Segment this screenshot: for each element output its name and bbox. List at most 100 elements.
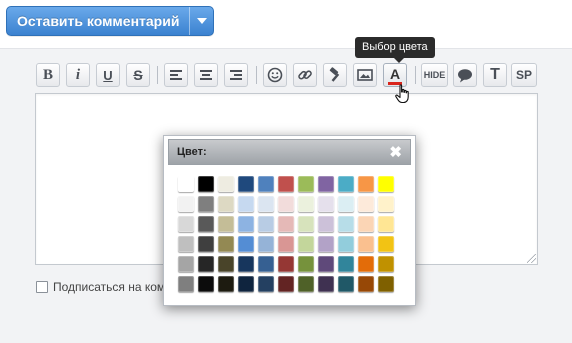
color-swatch[interactable] <box>318 236 334 252</box>
color-swatch[interactable] <box>218 196 234 212</box>
color-swatch[interactable] <box>198 276 214 292</box>
color-swatch[interactable] <box>198 216 214 232</box>
hammer-button[interactable] <box>323 63 347 87</box>
color-swatch[interactable] <box>238 276 254 292</box>
color-swatch[interactable] <box>178 236 194 252</box>
quote-button[interactable] <box>453 63 477 87</box>
color-swatch[interactable] <box>278 276 294 292</box>
color-swatch[interactable] <box>378 216 394 232</box>
color-swatch[interactable] <box>358 216 374 232</box>
color-swatch[interactable] <box>358 276 374 292</box>
color-swatch[interactable] <box>278 236 294 252</box>
align-right-icon <box>230 70 242 80</box>
color-swatch[interactable] <box>258 256 274 272</box>
color-swatch[interactable] <box>278 216 294 232</box>
color-swatch[interactable] <box>258 276 274 292</box>
color-swatch[interactable] <box>178 216 194 232</box>
underline-icon: U <box>103 67 113 83</box>
color-swatch[interactable] <box>358 256 374 272</box>
color-swatch[interactable] <box>218 236 234 252</box>
color-swatch[interactable] <box>278 256 294 272</box>
color-swatch[interactable] <box>218 276 234 292</box>
underline-button[interactable]: U <box>96 63 120 87</box>
color-swatch[interactable] <box>178 256 194 272</box>
bold-button[interactable]: B <box>36 63 60 87</box>
align-right-button[interactable] <box>224 63 248 87</box>
leave-comment-dropdown-toggle[interactable] <box>189 7 213 35</box>
color-swatch[interactable] <box>318 276 334 292</box>
color-swatch[interactable] <box>338 216 354 232</box>
resize-handle[interactable] <box>527 254 536 263</box>
text-size-button[interactable]: T <box>483 63 507 87</box>
color-swatch[interactable] <box>198 176 214 192</box>
color-swatch[interactable] <box>238 176 254 192</box>
smiley-button[interactable] <box>263 63 287 87</box>
color-swatch[interactable] <box>198 236 214 252</box>
color-swatch[interactable] <box>378 236 394 252</box>
color-swatch[interactable] <box>278 176 294 192</box>
leave-comment-split-button[interactable]: Оставить комментарий <box>6 6 215 36</box>
color-swatch[interactable] <box>178 196 194 212</box>
color-swatch[interactable] <box>218 176 234 192</box>
color-swatch[interactable] <box>298 256 314 272</box>
strikethrough-icon: S <box>133 67 143 83</box>
color-swatch[interactable] <box>378 256 394 272</box>
color-swatch[interactable] <box>298 236 314 252</box>
color-swatch[interactable] <box>378 196 394 212</box>
color-swatch[interactable] <box>258 176 274 192</box>
color-swatch[interactable] <box>338 176 354 192</box>
color-swatch[interactable] <box>298 216 314 232</box>
subscribe-option[interactable]: Подписаться на ком <box>36 280 165 294</box>
smiley-icon <box>267 67 283 83</box>
spoiler-button[interactable]: SP <box>511 63 537 87</box>
color-swatch[interactable] <box>198 196 214 212</box>
color-swatch[interactable] <box>298 196 314 212</box>
color-swatch[interactable] <box>238 216 254 232</box>
color-swatch[interactable] <box>298 276 314 292</box>
hammer-icon <box>329 67 340 82</box>
color-swatch[interactable] <box>238 236 254 252</box>
color-swatch[interactable] <box>318 176 334 192</box>
leave-comment-button[interactable]: Оставить комментарий <box>7 7 189 35</box>
color-swatch[interactable] <box>218 256 234 272</box>
toolbar-separator <box>415 66 416 84</box>
color-swatch[interactable] <box>338 236 354 252</box>
color-swatch[interactable] <box>358 176 374 192</box>
image-button[interactable] <box>353 63 377 87</box>
color-picker-popup: Цвет: ✖ <box>163 135 416 306</box>
toolbar-separator <box>256 66 257 84</box>
close-icon[interactable]: ✖ <box>389 145 402 160</box>
color-swatch[interactable] <box>258 196 274 212</box>
color-swatch[interactable] <box>338 276 354 292</box>
color-swatch[interactable] <box>358 236 374 252</box>
color-swatch[interactable] <box>318 216 334 232</box>
color-swatch[interactable] <box>198 256 214 272</box>
color-swatch[interactable] <box>378 176 394 192</box>
color-swatch[interactable] <box>258 216 274 232</box>
italic-button[interactable]: i <box>66 63 90 87</box>
color-swatch[interactable] <box>318 256 334 272</box>
link-icon <box>298 70 312 80</box>
align-center-button[interactable] <box>194 63 218 87</box>
color-swatch[interactable] <box>178 276 194 292</box>
subscribe-checkbox[interactable] <box>36 281 48 293</box>
text-size-icon: T <box>490 66 500 83</box>
color-swatch[interactable] <box>278 196 294 212</box>
color-swatch[interactable] <box>378 276 394 292</box>
color-swatch[interactable] <box>258 236 274 252</box>
color-swatch[interactable] <box>338 196 354 212</box>
font-color-icon: A <box>389 65 401 82</box>
color-picker-tooltip: Выбор цвета <box>355 37 435 63</box>
color-swatch[interactable] <box>178 176 194 192</box>
color-swatch[interactable] <box>298 176 314 192</box>
color-swatch[interactable] <box>238 196 254 212</box>
hide-button[interactable]: HIDE <box>421 63 448 87</box>
link-button[interactable] <box>293 63 317 87</box>
color-swatch[interactable] <box>218 216 234 232</box>
color-swatch[interactable] <box>338 256 354 272</box>
strikethrough-button[interactable]: S <box>126 63 150 87</box>
color-swatch[interactable] <box>238 256 254 272</box>
align-left-button[interactable] <box>164 63 188 87</box>
color-swatch[interactable] <box>318 196 334 212</box>
color-swatch[interactable] <box>358 196 374 212</box>
